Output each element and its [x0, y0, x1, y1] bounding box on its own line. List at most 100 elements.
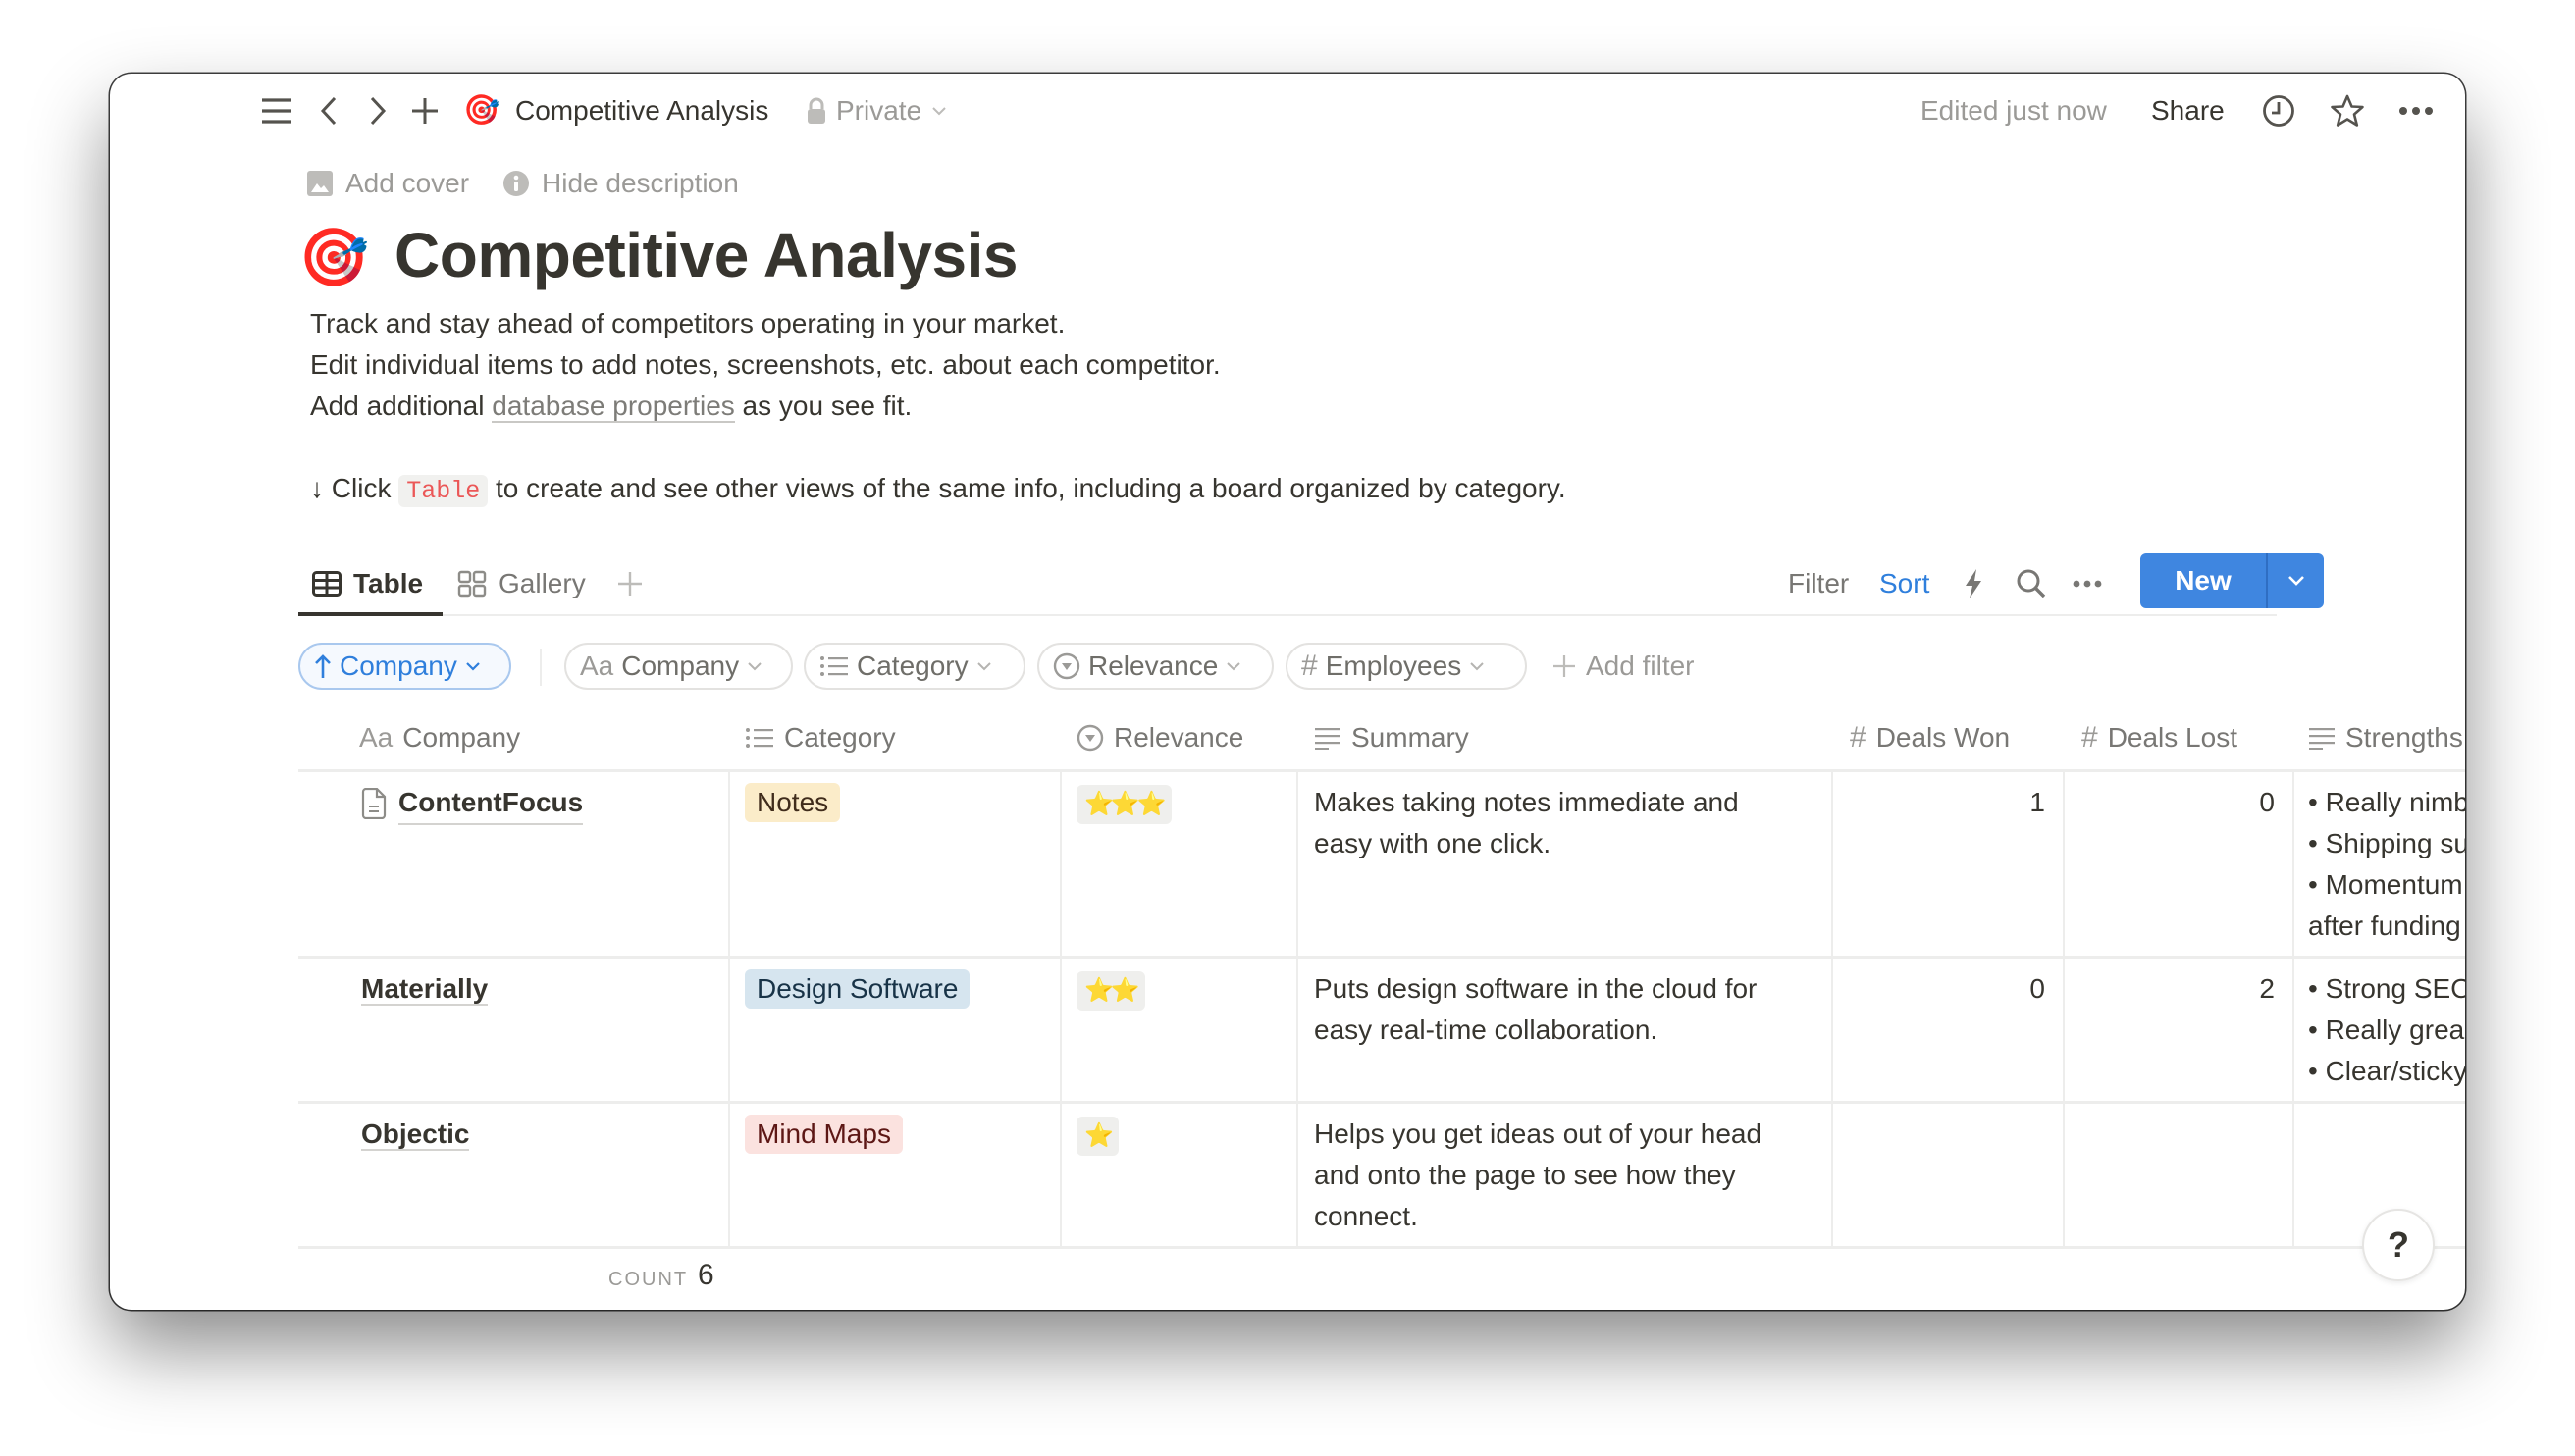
new-options-button[interactable]: [2268, 575, 2324, 587]
column-header-summary[interactable]: Summary: [1314, 718, 1469, 757]
company-name: Objectic: [361, 1118, 470, 1151]
number-property-icon: #: [1850, 721, 1866, 754]
summary-text: and onto the page to see how they: [1314, 1160, 1736, 1190]
favorite-button[interactable]: [2328, 91, 2367, 130]
strength-item: • Momentum: [2308, 869, 2463, 900]
privacy-label: Private: [836, 95, 922, 126]
add-filter-button[interactable]: Add filter: [1552, 647, 1695, 686]
privacy-menu-button[interactable]: Private: [807, 93, 947, 129]
column-header-company[interactable]: Aa Company: [359, 718, 520, 757]
breadcrumb-page-emoji[interactable]: 🎯: [463, 93, 499, 129]
relevance-cell[interactable]: ⭐: [1077, 1114, 1119, 1156]
gallery-icon: [457, 570, 487, 598]
filter-chip-company[interactable]: Aa Company: [564, 643, 793, 690]
page-icon[interactable]: 🎯: [298, 219, 369, 297]
edited-status: Edited just now: [1920, 95, 2107, 126]
chevron-down-icon: [465, 661, 481, 671]
summary-text: Helps you get ideas out of your head: [1314, 1118, 1762, 1149]
active-tab-indicator: [298, 612, 443, 616]
row-divider: [298, 1101, 2465, 1104]
strength-item: • Clear/sticky: [2308, 1056, 2465, 1086]
page-icon: [361, 788, 387, 819]
company-name: Materially: [361, 973, 489, 1006]
column-header-label: Relevance: [1114, 722, 1244, 753]
new-page-button[interactable]: [409, 91, 441, 130]
company-cell[interactable]: ContentFocus: [361, 782, 584, 825]
company-cell[interactable]: Objectic: [361, 1114, 470, 1155]
updates-button[interactable]: [2259, 91, 2298, 130]
select-property-icon: [1077, 724, 1104, 752]
column-header-label: Summary: [1351, 722, 1469, 753]
search-icon: [2016, 568, 2047, 599]
tab-gallery[interactable]: Gallery: [457, 564, 586, 603]
category-cell[interactable]: Design Software: [745, 968, 971, 1010]
list-icon: [819, 654, 849, 678]
header-divider: [298, 769, 2465, 772]
app-window: 🎯 Competitive Analysis Private Edited ju…: [110, 74, 2465, 1310]
tab-label: Gallery: [499, 568, 586, 598]
relevance-cell[interactable]: ⭐⭐: [1077, 968, 1145, 1011]
hide-description-button[interactable]: Hide description: [502, 164, 739, 203]
description-line-2: Edit individual items to add notes, scre…: [310, 349, 1221, 380]
sidebar-toggle-button[interactable]: [257, 91, 296, 130]
category-cell[interactable]: Notes: [745, 782, 841, 823]
forward-button[interactable]: [363, 91, 393, 130]
new-button-group: New: [2140, 553, 2324, 608]
row-divider: [298, 956, 2465, 959]
strength-item: • Strong SEO: [2308, 973, 2465, 1004]
category-cell[interactable]: Mind Maps: [745, 1114, 903, 1155]
filter-chip-category[interactable]: Category: [804, 643, 1025, 690]
breadcrumb-title[interactable]: Competitive Analysis: [515, 93, 768, 129]
page-title[interactable]: Competitive Analysis: [394, 211, 1018, 299]
summary-cell[interactable]: Puts design software in the cloud for ea…: [1314, 968, 1757, 1051]
deals-lost-cell[interactable]: 2: [2065, 968, 2275, 1010]
share-button[interactable]: Share: [2151, 93, 2225, 129]
back-button[interactable]: [314, 91, 343, 130]
column-divider: [1296, 772, 1298, 1246]
tab-table[interactable]: Table: [312, 564, 423, 603]
number-property-icon: #: [1301, 650, 1318, 682]
column-header-label: Strengths: [2345, 722, 2463, 753]
strengths-cell[interactable]: • Really nimb • Shipping su • Momentum a…: [2308, 782, 2465, 947]
column-divider: [2292, 772, 2294, 1246]
info-icon: [502, 170, 530, 197]
filter-chip-relevance[interactable]: Relevance: [1037, 643, 1274, 690]
filter-chip-employees[interactable]: # Employees: [1286, 643, 1527, 690]
deals-lost-cell[interactable]: 0: [2065, 782, 2275, 823]
column-header-deals-lost[interactable]: # Deals Lost: [2081, 718, 2237, 757]
deals-won-cell[interactable]: 0: [1833, 968, 2045, 1010]
sort-chip-company[interactable]: Company: [298, 643, 511, 690]
filter-button[interactable]: Filter: [1788, 564, 1849, 603]
lightning-icon: [1963, 568, 1984, 599]
column-header-strengths[interactable]: Strengths: [2308, 718, 2463, 757]
relevance-stars: ⭐⭐: [1077, 971, 1145, 1011]
company-cell[interactable]: Materially: [361, 968, 489, 1010]
row-divider: [298, 1246, 2465, 1249]
column-header-deals-won[interactable]: # Deals Won: [1850, 718, 2010, 757]
summary-text: Puts design software in the cloud for: [1314, 973, 1758, 1004]
strengths-cell[interactable]: • Strong SEO • Really grea • Clear/stick…: [2308, 968, 2465, 1092]
new-button[interactable]: New: [2140, 565, 2266, 597]
add-view-button[interactable]: [617, 564, 643, 603]
column-header-relevance[interactable]: Relevance: [1077, 718, 1243, 757]
search-button[interactable]: [2016, 564, 2047, 603]
plus-icon: [411, 97, 439, 125]
help-button[interactable]: ?: [2362, 1209, 2435, 1281]
sort-button[interactable]: Sort: [1879, 564, 1929, 603]
chevron-down-icon: [2287, 575, 2305, 587]
summary-cell[interactable]: Makes taking notes immediate and easy wi…: [1314, 782, 1739, 864]
target-icon: 🎯: [463, 94, 500, 127]
automations-button[interactable]: [1963, 564, 1984, 603]
database-properties-link[interactable]: database properties: [492, 390, 735, 423]
relevance-stars: ⭐: [1077, 1117, 1119, 1156]
column-header-label: Company: [402, 722, 521, 753]
more-options-button[interactable]: [2394, 91, 2438, 130]
add-cover-button[interactable]: Add cover: [306, 164, 469, 203]
relevance-cell[interactable]: ⭐⭐⭐: [1077, 782, 1172, 824]
column-header-category[interactable]: Category: [745, 718, 896, 757]
deals-won-cell[interactable]: 1: [1833, 782, 2045, 823]
strength-item: • Really nimb: [2308, 787, 2465, 817]
summary-cell[interactable]: Helps you get ideas out of your head and…: [1314, 1114, 1761, 1237]
view-options-button[interactable]: [2073, 564, 2102, 603]
column-divider: [728, 772, 730, 1246]
